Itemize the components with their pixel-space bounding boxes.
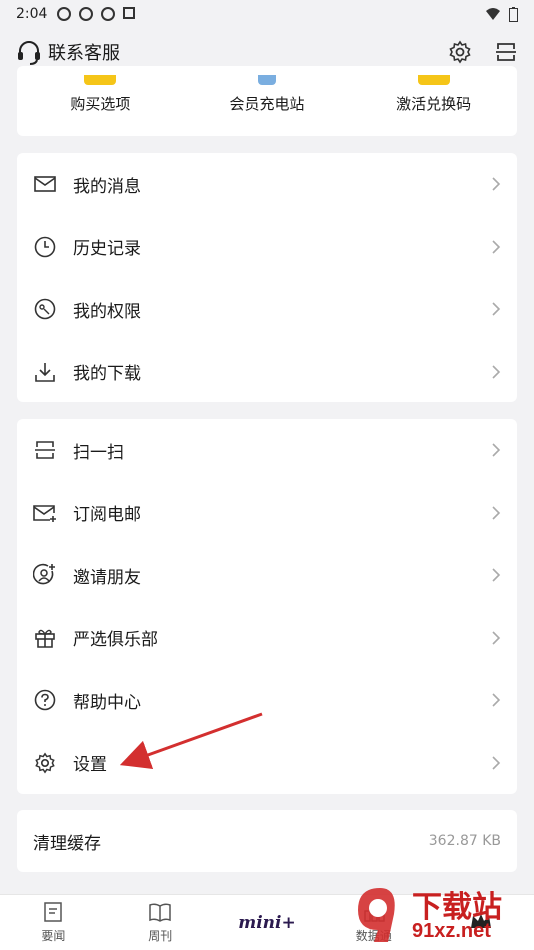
annotation-arrow <box>119 712 263 770</box>
clear-cache-label: 清理缓存 <box>33 833 101 854</box>
tab-label: 要闻 <box>41 929 66 943</box>
watermark-url: 91xz.net <box>412 920 491 942</box>
news-icon <box>44 902 63 922</box>
clear-cache-row[interactable]: 清理缓存 362.87 KB <box>17 810 517 872</box>
tab-news[interactable]: 要闻 <box>0 895 107 950</box>
mini-plus-logo: mini+ <box>238 912 296 933</box>
site-watermark: 下载站 91xz.net <box>354 880 534 950</box>
tab-mini-plus[interactable]: mini+ <box>214 895 321 950</box>
cache-size: 362.87 KB <box>428 833 501 849</box>
watermark-logo-icon <box>358 888 395 942</box>
tab-label: 周刊 <box>148 929 173 943</box>
clear-cache-card: 清理缓存 362.87 KB <box>17 810 517 872</box>
book-icon <box>149 903 171 922</box>
tab-weekly[interactable]: 周刊 <box>107 895 214 950</box>
